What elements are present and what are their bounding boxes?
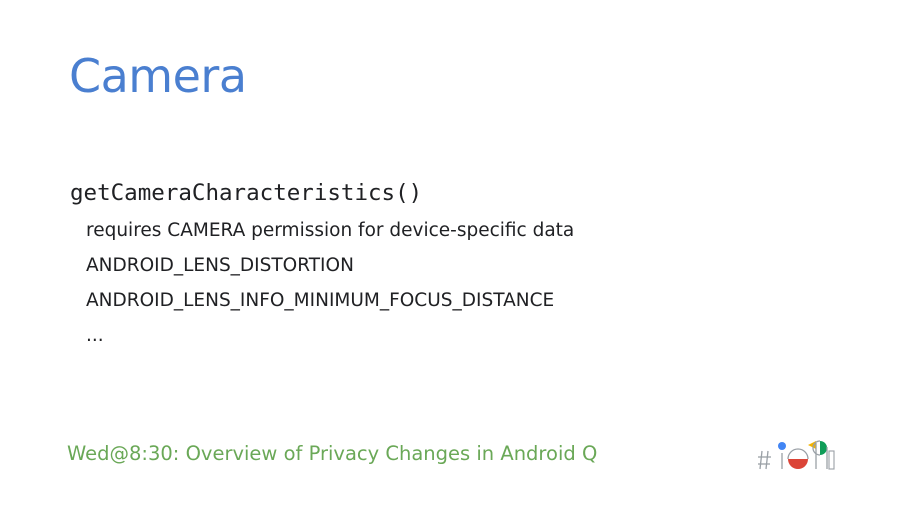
session-footer: Wed@8:30: Overview of Privacy Changes in…: [67, 442, 598, 465]
bullet-list: requires CAMERA permission for device-sp…: [86, 213, 574, 353]
bullet-item: ANDROID_LENS_DISTORTION: [86, 255, 354, 276]
presentation-slide: Camera getCameraCharacteristics() requir…: [0, 0, 900, 505]
google-io-logo-icon: [758, 437, 836, 473]
slide-title: Camera: [69, 49, 247, 103]
bullet-item: requires CAMERA permission for device-sp…: [86, 220, 575, 241]
bullet-item: ...: [86, 325, 104, 346]
bullet-item: ANDROID_LENS_INFO_MINIMUM_FOCUS_DISTANCE: [86, 290, 555, 311]
code-method-name: getCameraCharacteristics(): [70, 180, 423, 206]
